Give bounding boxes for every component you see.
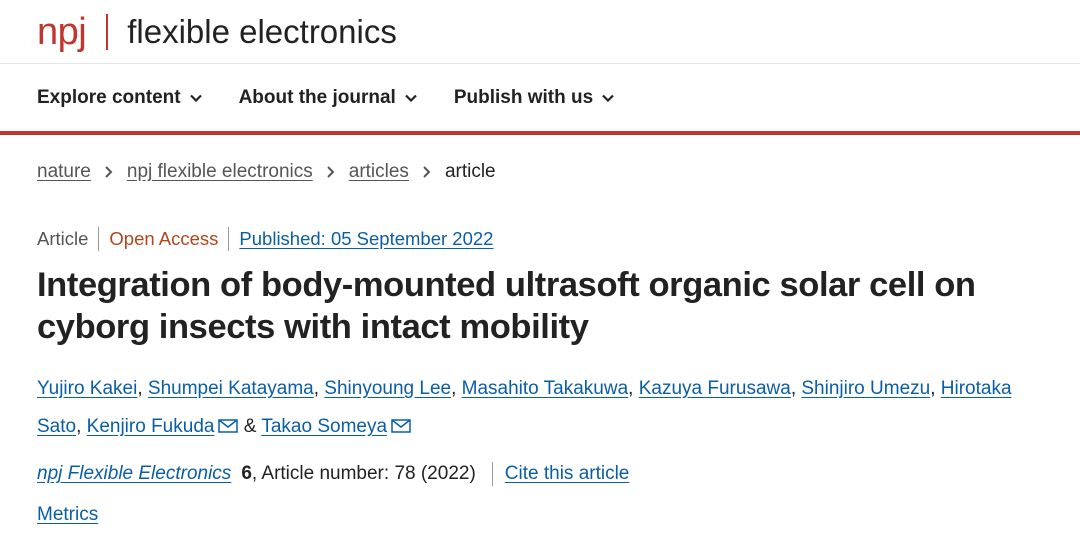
volume-number: 6 (241, 463, 252, 484)
main-nav: Explore content About the journal Publis… (0, 64, 1080, 131)
author-link[interactable]: Shinjiro Umezu (801, 378, 930, 399)
article-title: Integration of body-mounted ultrasoft or… (37, 266, 976, 346)
citation-row: npj Flexible Electronics 6 , Article num… (37, 462, 1080, 486)
breadcrumb: nature npj flexible electronics articles… (0, 161, 1080, 183)
author-separator: , (790, 378, 802, 399)
author-link[interactable]: Yujiro Kakei (37, 378, 137, 399)
cite-article-link[interactable]: Cite this article (505, 463, 630, 485)
envelope-icon[interactable] (391, 409, 411, 433)
author-separator: , (313, 378, 325, 399)
metrics-link[interactable]: Metrics (37, 504, 98, 526)
chevron-right-icon (421, 165, 433, 179)
author-final-separator: & (238, 416, 262, 437)
author-link[interactable]: Shinyoung Lee (324, 378, 451, 399)
chevron-down-icon (601, 91, 615, 105)
breadcrumb-link-nature[interactable]: nature (37, 161, 91, 183)
journal-link[interactable]: npj Flexible Electronics (37, 463, 231, 485)
article-meta: Article Open Access Published: 05 Septem… (0, 227, 1080, 251)
breadcrumb-current: article (444, 161, 496, 182)
chevron-right-icon (103, 165, 115, 179)
author-list: Yujiro Kakei, Shumpei Katayama, Shinyoun… (37, 370, 1037, 446)
divider (228, 227, 230, 251)
author-link[interactable]: Shumpei Katayama (148, 378, 314, 399)
author-link[interactable]: Kenjiro Fukuda (87, 416, 215, 437)
nav-label: Explore content (37, 86, 181, 108)
breadcrumb-link-articles[interactable]: articles (349, 161, 409, 183)
open-access-label: Open Access (109, 228, 219, 249)
nav-label: Publish with us (453, 86, 594, 108)
logo-npj[interactable]: npj (37, 13, 87, 51)
article-number: , Article number: 78 (2022) (251, 463, 476, 484)
chevron-down-icon (189, 91, 203, 105)
breadcrumb-link-journal[interactable]: npj flexible electronics (127, 161, 313, 183)
author-link[interactable]: Kazuya Furusawa (639, 378, 791, 399)
nav-about-journal[interactable]: About the journal (239, 87, 418, 109)
author-separator: , (76, 416, 87, 437)
logo-divider (106, 13, 109, 50)
author-separator: , (137, 378, 148, 399)
header-accent-rule (0, 131, 1080, 135)
nav-label: About the journal (238, 86, 396, 108)
envelope-icon[interactable] (218, 409, 239, 433)
journal-logo-name[interactable]: flexible electronics (127, 15, 397, 48)
author-link[interactable]: Masahito Takakuwa (462, 378, 629, 399)
chevron-right-icon (325, 165, 337, 179)
nav-publish-with-us[interactable]: Publish with us (454, 87, 615, 109)
author-separator: , (451, 378, 462, 399)
site-header: npj flexible electronics (0, 0, 1080, 64)
author-separator: , (930, 378, 941, 399)
divider (98, 227, 100, 251)
chevron-down-icon (404, 91, 418, 105)
published-date-link[interactable]: Published: 05 September 2022 (239, 228, 493, 250)
article-type: Article (37, 228, 89, 249)
divider (491, 462, 493, 486)
author-link[interactable]: Takao Someya (261, 416, 387, 437)
author-separator: , (628, 378, 639, 399)
nav-explore-content[interactable]: Explore content (37, 87, 203, 109)
